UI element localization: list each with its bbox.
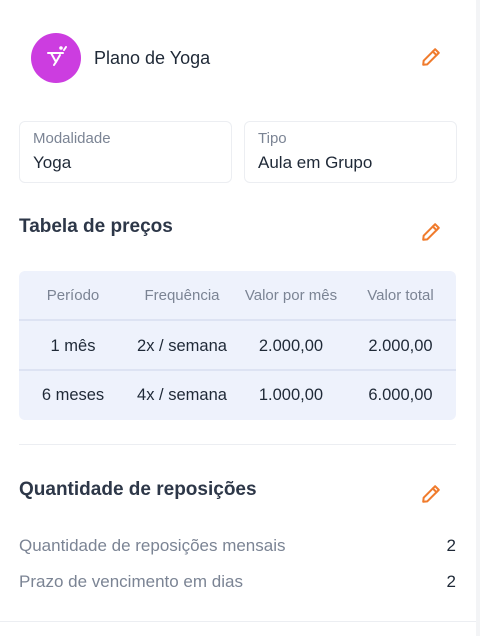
edit-plan-button[interactable] [418, 46, 444, 72]
plan-avatar [31, 33, 81, 83]
pencil-icon [420, 483, 442, 510]
plan-title: Plano de Yoga [94, 47, 211, 68]
tipo-field[interactable]: Tipo Aula em Grupo [244, 121, 457, 183]
edit-prices-button[interactable] [418, 221, 444, 247]
replacements-title: Quantidade de reposições [19, 479, 257, 500]
column-header-valor-mes: Valor por mês [244, 287, 338, 304]
plan-header: Plano de Yoga [31, 33, 210, 83]
panel-bottom-divider [0, 621, 476, 622]
table-row: 6 meses 4x / semana 1.000,00 6.000,00 [19, 371, 456, 420]
tipo-label: Tipo [258, 130, 287, 147]
table-row: 1 mês 2x / semana 2.000,00 2.000,00 [19, 321, 456, 371]
scroll-edge [476, 0, 480, 636]
cell-valor-mes: 1.000,00 [258, 386, 324, 404]
modalidade-field[interactable]: Modalidade Yoga [19, 121, 232, 183]
expiration-days-value: 2 [446, 572, 456, 591]
monthly-replacements-row: Quantidade de reposições mensais 2 [19, 536, 456, 556]
cell-valor-total: 6.000,00 [368, 386, 433, 404]
cell-frequencia: 4x / semana [137, 386, 227, 404]
cell-valor-total: 2.000,00 [368, 336, 433, 355]
monthly-replacements-value: 2 [446, 536, 456, 555]
edit-replacements-button[interactable] [418, 483, 444, 509]
table-header-row: Período Frequência Valor por mês Valor t… [19, 271, 456, 320]
cell-valor-mes: 2.000,00 [258, 336, 324, 355]
column-header-periodo: Período [46, 287, 100, 304]
cell-periodo: 1 mês [50, 336, 96, 355]
expiration-days-row: Prazo de vencimento em dias 2 [19, 572, 456, 592]
pencil-icon [420, 221, 442, 248]
price-table: Período Frequência Valor por mês Valor t… [19, 271, 456, 420]
column-header-frequencia: Frequência [144, 287, 220, 304]
cell-periodo: 6 meses [41, 386, 105, 404]
yoga-pose-icon [42, 42, 70, 75]
pencil-icon [420, 46, 442, 73]
expiration-days-label: Prazo de vencimento em dias [19, 572, 243, 591]
monthly-replacements-label: Quantidade de reposições mensais [19, 536, 286, 555]
column-header-valor-total: Valor total [367, 287, 434, 304]
plan-details-panel: Plano de Yoga Modalidade Yoga Tipo Aula … [0, 0, 476, 636]
modalidade-label: Modalidade [33, 130, 111, 147]
tipo-value: Aula em Grupo [258, 153, 373, 172]
cell-frequencia: 2x / semana [137, 336, 227, 355]
section-divider [19, 444, 456, 445]
modalidade-value: Yoga [33, 153, 72, 172]
price-table-title: Tabela de preços [19, 216, 173, 237]
